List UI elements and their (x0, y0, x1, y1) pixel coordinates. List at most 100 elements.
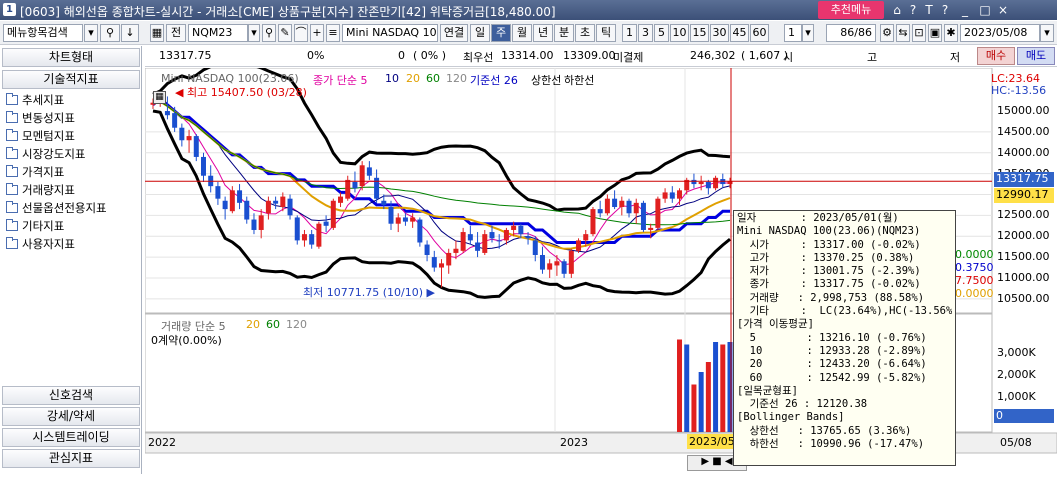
add-icon[interactable]: + (310, 24, 324, 42)
dropdown-icon[interactable]: ▾ (248, 24, 260, 42)
list-icon[interactable]: ≡ (326, 24, 340, 42)
tooltip-line: 기타 : LC(23.64%),HC(-13.56%) (737, 305, 952, 318)
product-name-field: Mini NASDAQ 100(23.0 (342, 24, 438, 42)
period-button[interactable]: 초 (575, 24, 595, 42)
tree-item[interactable]: 기타지표 (6, 218, 64, 234)
count-input[interactable]: 1 (784, 24, 802, 42)
interval-button[interactable]: 30 (710, 24, 729, 42)
chart-icon[interactable]: ⌒ (294, 24, 308, 42)
candle (561, 261, 567, 274)
side-value-3: 7.7500 (955, 274, 994, 287)
search-icon[interactable]: ⚲ (100, 24, 120, 42)
save-icon[interactable]: ▣ (928, 24, 942, 42)
pin-icon[interactable]: ✎ (278, 24, 292, 42)
candle (388, 207, 394, 224)
settings-icon[interactable]: ⚙ (880, 24, 894, 42)
continuous-button[interactable]: 연결 (440, 24, 468, 42)
vol-ma-60: 60 (266, 318, 280, 331)
split-icon[interactable]: ⇆ (896, 24, 910, 42)
chart-type-button[interactable]: 차트형태 (2, 48, 140, 67)
tree-item[interactable]: 시장강도지표 (6, 146, 85, 162)
bull-bear-button[interactable]: 강세/약세 (2, 407, 140, 426)
volume-bar (727, 342, 733, 432)
tree-item[interactable]: 모멘텀지표 (6, 128, 75, 144)
tree-item-label: 가격지표 (22, 165, 65, 179)
folder-icon (6, 129, 18, 141)
gear-icon[interactable]: ✱ (944, 24, 958, 42)
interval-button[interactable]: 5 (654, 24, 669, 42)
y-tick: 15000.00 (997, 104, 1050, 118)
folder-icon (6, 237, 18, 249)
text-size-icon[interactable]: T (922, 2, 936, 18)
candle (453, 248, 459, 253)
dropdown-icon[interactable]: ? (938, 2, 952, 18)
period-button[interactable]: 월 (512, 24, 532, 42)
system-trading-button[interactable]: 시스템트레이딩 (2, 428, 140, 447)
interval-button[interactable]: 45 (730, 24, 749, 42)
restore-icon[interactable]: □ (978, 2, 992, 18)
interval-button[interactable]: 10 (670, 24, 689, 42)
candle (655, 198, 661, 228)
tree-item[interactable]: 거래량지표 (6, 182, 75, 198)
help-icon[interactable]: ? (906, 2, 920, 18)
dropdown-icon[interactable]: ▾ (84, 24, 98, 42)
candle (554, 261, 560, 266)
grid-icon[interactable]: ▦ (150, 24, 164, 42)
tree-item[interactable]: 가격지표 (6, 164, 64, 180)
home-icon[interactable]: ⌂ (890, 2, 904, 18)
tree-item[interactable]: 추세지표 (6, 92, 64, 108)
period-button[interactable]: 일 (470, 24, 490, 42)
period-button[interactable]: 주 (491, 24, 511, 42)
dropdown-icon[interactable]: ▾ (1040, 24, 1054, 42)
tooltip-line: 기준선 26 : 12120.38 (737, 398, 868, 411)
date-input[interactable]: 2023/05/08 (960, 24, 1040, 42)
data-tooltip: 일자 : 2023/05/01(월) Mini NASDAQ 100(23.06)… (733, 210, 956, 466)
vol-tick-3000: 3,000K (997, 346, 1036, 359)
interval-button[interactable]: 3 (638, 24, 653, 42)
symbol-all-button[interactable]: 전 (166, 24, 186, 42)
tech-indicator-button[interactable]: 기술적지표 (2, 70, 140, 89)
candle (352, 181, 358, 189)
candle (518, 225, 524, 235)
period-button[interactable]: 년 (533, 24, 553, 42)
recommended-menu-button[interactable]: 추천메뉴 (818, 1, 884, 19)
interval-button[interactable]: 60 (750, 24, 769, 42)
best-ask: 13309.00 (563, 49, 616, 62)
search-icon[interactable]: ⚲ (262, 24, 276, 42)
close-icon[interactable]: × (996, 2, 1010, 18)
open-interest: 246,302 (690, 49, 736, 62)
tooltip-line: Mini NASDAQ 100(23.06)(NQM23) (737, 225, 921, 238)
favorite-indicator-button[interactable]: 관심지표 (2, 449, 140, 468)
period-button[interactable]: 틱 (596, 24, 616, 42)
candle (532, 240, 538, 256)
tooltip-line: 10 : 12933.28 (-2.89%) (737, 344, 927, 357)
interval-button[interactable]: 15 (690, 24, 709, 42)
tree-item[interactable]: 변동성지표 (6, 110, 75, 126)
volume-bar (684, 344, 690, 432)
volume-bar (713, 342, 719, 432)
buy-button[interactable]: 매수 (977, 47, 1015, 65)
period-button[interactable]: 분 (554, 24, 574, 42)
ma-price-tag: 12990.17 (994, 188, 1054, 203)
chart-grid-icon[interactable]: ▦ (153, 91, 166, 104)
x-label-end: 05/08 (1000, 436, 1032, 449)
tree-item-label: 기타지표 (22, 219, 65, 233)
legend-ma-120: 120 (446, 72, 467, 85)
interval-button[interactable]: 1 (622, 24, 637, 42)
arrow-down-icon[interactable]: ↓ (121, 24, 139, 42)
minimize-icon[interactable]: _ (958, 2, 972, 18)
candle (316, 223, 322, 247)
symbol-input[interactable]: NQM23 (188, 24, 248, 42)
signal-search-button[interactable]: 신호검색 (2, 386, 140, 405)
tree-item[interactable]: 선물옵션전용지표 (6, 200, 107, 216)
folder-icon (6, 93, 18, 105)
menu-search-input[interactable]: 메뉴항목검색 (3, 24, 83, 42)
tree-item[interactable]: 사용자지표 (6, 236, 75, 252)
dropdown-icon[interactable]: ▾ (802, 24, 814, 42)
page-counter: 86/86 (826, 24, 876, 42)
legend-ma-60: 60 (426, 72, 440, 85)
candle (193, 136, 199, 157)
lock-icon[interactable]: ⊡ (912, 24, 926, 42)
title-bar: 1 [0603] 해외선옵 종합차트-실시간 - 거래소[CME] 상품구분[지… (0, 0, 1057, 20)
sell-button[interactable]: 매도 (1017, 47, 1055, 65)
